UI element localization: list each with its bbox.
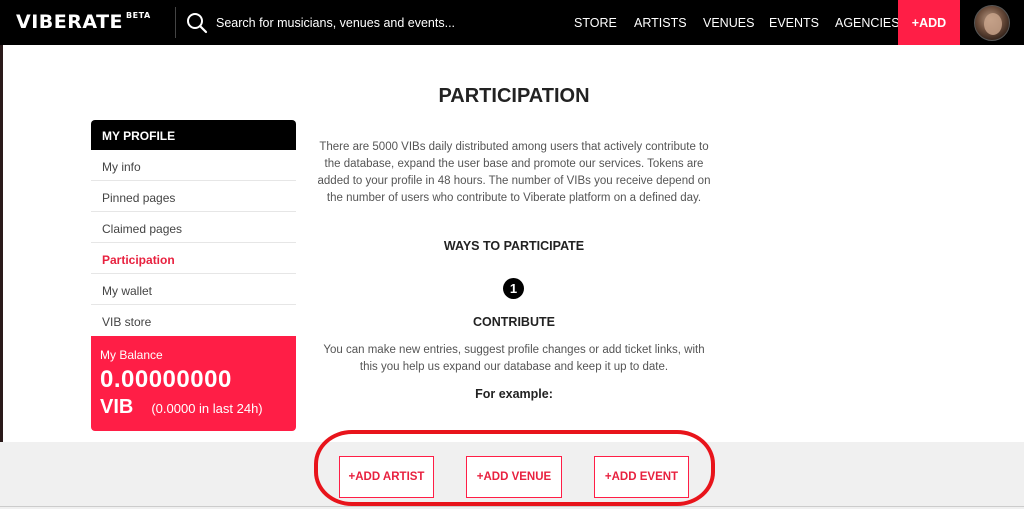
- sidebar-item-my-info[interactable]: My info: [91, 150, 296, 181]
- annotation-highlight-ellipse: [314, 430, 715, 506]
- nav-divider: [175, 7, 176, 38]
- viberate-logo[interactable]: VIBERATE BETA: [16, 11, 151, 33]
- avatar-face: [984, 13, 1002, 35]
- balance-card: My Balance 0.00000000 VIB (0.0000 in las…: [91, 336, 296, 431]
- sidebar-item-claimed-pages[interactable]: Claimed pages: [91, 212, 296, 243]
- search-input[interactable]: [216, 12, 546, 34]
- logo-text: VIBERATE: [16, 11, 124, 33]
- sidebar-item-pinned-pages[interactable]: Pinned pages: [91, 181, 296, 212]
- add-button[interactable]: +ADD: [898, 0, 960, 45]
- sidebar-item-my-wallet[interactable]: My wallet: [91, 274, 296, 305]
- balance-amount: 0.00000000: [100, 366, 232, 393]
- nav-store[interactable]: STORE: [574, 16, 617, 30]
- beta-badge: BETA: [126, 11, 151, 20]
- search-icon[interactable]: [186, 12, 208, 34]
- nav-events[interactable]: EVENTS: [769, 16, 819, 30]
- balance-unit: VIB: [100, 396, 134, 418]
- nav-venues[interactable]: VENUES: [703, 16, 754, 30]
- step-number-badge: 1: [503, 278, 524, 299]
- sidebar-item-vib-store[interactable]: VIB store: [91, 305, 296, 336]
- top-navbar: VIBERATE BETA STORE ARTISTS VENUES EVENT…: [0, 0, 1024, 45]
- step-description: You can make new entries, suggest profil…: [323, 344, 705, 373]
- balance-label: My Balance: [100, 348, 163, 362]
- nav-agencies[interactable]: AGENCIES: [835, 16, 900, 30]
- example-label: For example:: [475, 387, 553, 401]
- bottom-divider: [0, 506, 1024, 507]
- profile-sidebar: MY PROFILE My info Pinned pages Claimed …: [91, 120, 296, 431]
- sidebar-heading: MY PROFILE: [91, 120, 296, 150]
- intro-text: There are 5000 VIBs daily distributed am…: [317, 141, 711, 204]
- sidebar-item-participation[interactable]: Participation: [91, 243, 296, 274]
- step-title: CONTRIBUTE: [473, 315, 555, 329]
- balance-row: VIB (0.0000 in last 24h): [100, 396, 296, 419]
- nav-artists[interactable]: ARTISTS: [634, 16, 687, 30]
- balance-change: (0.0000 in last 24h): [151, 401, 263, 416]
- ways-heading: WAYS TO PARTICIPATE: [443, 239, 585, 253]
- avatar[interactable]: [974, 5, 1010, 41]
- page-title: PARTICIPATION: [438, 85, 590, 107]
